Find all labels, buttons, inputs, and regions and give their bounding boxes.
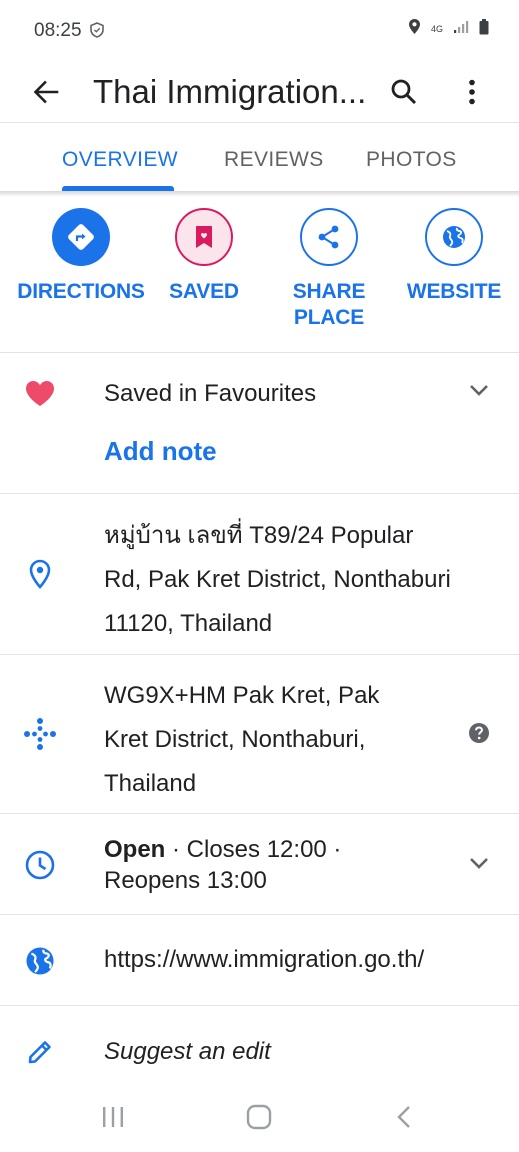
divider <box>0 654 519 655</box>
home-button[interactable] <box>235 1095 283 1139</box>
share-icon <box>300 208 358 266</box>
address-line3: 11120, Thailand <box>104 610 273 637</box>
divider <box>0 1005 519 1006</box>
back-button[interactable] <box>22 68 70 116</box>
divider <box>0 813 519 814</box>
tab-bar: OVERVIEW REVIEWS PHOTOS <box>0 122 519 192</box>
nav-back-icon <box>397 1106 410 1128</box>
shield-icon <box>90 22 104 43</box>
address-line2: Rd, Pak Kret District, Nonthaburi <box>104 566 451 593</box>
search-icon <box>391 79 417 105</box>
globe-icon <box>20 941 60 981</box>
plus-code-line1: WG9X+HM Pak Kret, Pak <box>104 682 380 709</box>
globe-icon <box>425 208 483 266</box>
closes-time: · Closes 12:00 · <box>165 836 342 863</box>
plus-code-line2: Kret District, Nonthaburi, <box>104 726 366 753</box>
directions-button[interactable]: DIRECTIONS <box>16 208 146 305</box>
website-url[interactable]: https://www.immigration.go.th/ <box>104 946 424 974</box>
website-label: WEBSITE <box>406 280 502 303</box>
saved-label: SAVED <box>169 280 239 303</box>
saved-in-list-text[interactable]: Saved in Favourites <box>104 380 316 408</box>
network-type-label: 4G <box>430 23 443 34</box>
hours-text[interactable]: Open · Closes 12:00 · Reopens 13:00 <box>104 834 341 896</box>
divider <box>0 914 519 915</box>
status-time: 08:25 <box>34 20 82 41</box>
bookmark-icon <box>175 208 233 266</box>
page-title: Thai Immigration... <box>93 73 367 110</box>
open-status: Open <box>104 836 166 863</box>
expand-saved-button[interactable] <box>464 375 494 405</box>
divider <box>0 352 519 353</box>
share-place-button[interactable]: SHARE PLACE <box>264 208 394 331</box>
tab-photos[interactable]: PHOTOS <box>366 148 457 172</box>
website-button[interactable]: WEBSITE <box>389 208 519 305</box>
heart-icon <box>20 373 60 413</box>
tab-reviews[interactable]: REVIEWS <box>224 148 324 172</box>
search-button[interactable] <box>380 68 428 116</box>
suggest-edit-link[interactable]: Suggest an edit <box>104 1038 271 1066</box>
tabs-shadow <box>0 191 519 197</box>
app-bar: Thai Immigration... <box>0 60 519 122</box>
saved-button[interactable]: SAVED <box>139 208 269 305</box>
recent-apps-button[interactable] <box>89 1095 137 1139</box>
chevron-down-icon <box>470 385 488 396</box>
share-label-line2: PLACE <box>293 306 365 329</box>
nav-back-button[interactable] <box>380 1095 428 1139</box>
more-vert-icon <box>469 79 475 105</box>
clock-icon <box>20 845 60 885</box>
recent-apps-icon <box>103 1107 123 1127</box>
status-icons: 4G <box>408 18 489 40</box>
reopens-time: Reopens 13:00 <box>104 867 267 894</box>
plus-code-help-button[interactable] <box>464 718 494 748</box>
address-line1: หมู่บ้าน เลขที่ T89/24 Popular <box>104 522 414 549</box>
pencil-icon <box>20 1032 60 1072</box>
plus-code-line3: Thailand <box>104 770 197 797</box>
location-icon <box>408 18 421 40</box>
chevron-down-icon <box>470 858 488 869</box>
tab-overview[interactable]: OVERVIEW <box>62 148 178 172</box>
status-bar: 08:25 4G <box>0 0 519 60</box>
location-pin-icon <box>20 554 60 594</box>
signal-icon <box>453 20 469 39</box>
plus-code-icon <box>20 714 60 754</box>
share-label-line1: SHARE <box>292 280 366 303</box>
add-note-link[interactable]: Add note <box>104 436 217 467</box>
back-arrow-icon <box>33 80 59 104</box>
more-options-button[interactable] <box>448 68 496 116</box>
address-text[interactable]: หมู่บ้าน เลขที่ T89/24 Popular Rd, Pak K… <box>104 514 451 646</box>
expand-hours-button[interactable] <box>464 848 494 878</box>
directions-icon <box>52 208 110 266</box>
directions-label: DIRECTIONS <box>17 280 145 303</box>
help-icon <box>469 723 489 743</box>
plus-code-text[interactable]: WG9X+HM Pak Kret, Pak Kret District, Non… <box>104 674 379 806</box>
divider <box>0 493 519 494</box>
battery-icon <box>479 18 489 40</box>
home-icon <box>246 1104 272 1130</box>
